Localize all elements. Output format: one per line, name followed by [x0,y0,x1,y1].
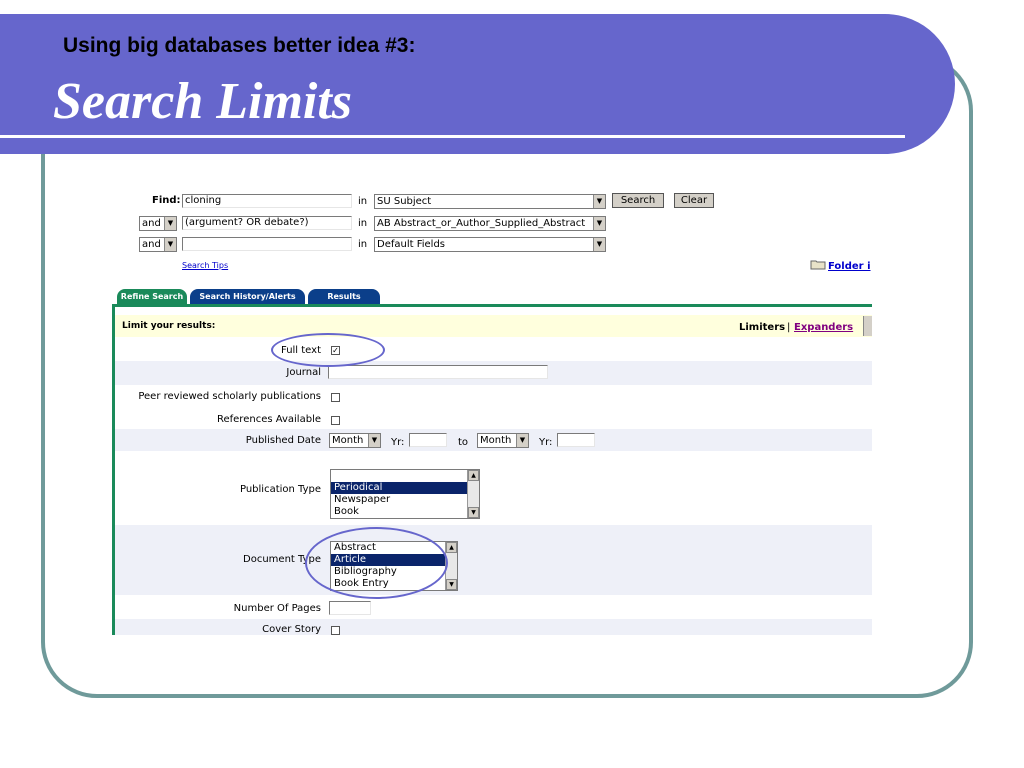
journal-input[interactable] [328,365,548,379]
year-to-label: Yr: [539,437,553,448]
slide-subtitle: Using big databases better idea #3: [63,34,416,57]
chevron-down-icon: ▼ [593,195,605,208]
year-from-label: Yr: [391,437,405,448]
list-item[interactable] [331,470,479,482]
chevron-down-icon: ▼ [164,217,176,230]
expanders-link[interactable]: Expanders [794,322,853,334]
published-month-from-value: Month [332,435,364,446]
chevron-down-icon: ▼ [593,217,605,230]
chevron-down-icon: ▼ [368,434,380,447]
operator-select-3[interactable]: and ▼ [139,237,177,252]
document-type-label: Document Type [243,554,321,565]
in-label-1: in [358,196,368,207]
limits-panel: Limit your results: Limiters | Expanders… [112,304,872,635]
find-label: Find: [152,195,181,206]
search-tips-link[interactable]: Search Tips [182,260,228,272]
scroll-up-icon[interactable]: ▲ [446,542,457,553]
references-checkbox[interactable] [331,416,340,425]
clear-button[interactable]: Clear [674,193,714,208]
year-from-input[interactable] [409,433,447,447]
in-label-3: in [358,239,368,250]
in-label-2: in [358,218,368,229]
scroll-up-icon[interactable]: ▲ [468,470,479,481]
tab-results[interactable]: Results [308,289,380,305]
operator-select-3-value: and [142,239,161,250]
field-select-2-value: AB Abstract_or_Author_Supplied_Abstract [377,218,586,229]
references-label: References Available [216,414,321,425]
scrollbar[interactable]: ▲ ▼ [467,470,479,518]
tab-refine-search[interactable]: Refine Search [117,289,187,305]
list-item[interactable]: Newspaper [331,494,479,506]
document-type-highlight-ellipse [305,527,448,599]
peer-reviewed-checkbox[interactable] [331,393,340,402]
operator-select-2[interactable]: and ▼ [139,216,177,231]
field-select-3[interactable]: Default Fields ▼ [374,237,606,252]
published-month-from[interactable]: Month ▼ [329,433,381,448]
publication-type-list[interactable]: Periodical Newspaper Book ▲ ▼ [330,469,480,519]
scroll-down-icon[interactable]: ▼ [468,507,479,518]
list-item[interactable]: Book [331,506,479,518]
slide-title: Search Limits [53,73,353,130]
folder-icon[interactable] [810,259,826,270]
operator-select-2-value: and [142,218,161,229]
search-button[interactable]: Search [612,193,664,208]
header-divider [0,135,905,138]
cover-story-label: Cover Story [262,624,321,635]
journal-label: Journal [286,367,321,378]
date-to-label: to [458,437,469,448]
peer-reviewed-label: Peer reviewed scholarly publications [138,391,321,402]
panel-scroll-edge [863,316,872,336]
published-date-label: Published Date [245,435,321,446]
field-select-3-value: Default Fields [377,239,446,250]
list-item[interactable]: Periodical [331,482,479,494]
folder-link[interactable]: Folder i [828,261,871,273]
published-month-to[interactable]: Month ▼ [477,433,529,448]
field-select-1[interactable]: SU Subject ▼ [374,194,606,209]
tab-search-history[interactable]: Search History/Alerts [190,289,305,305]
number-of-pages-label: Number Of Pages [233,603,321,614]
search-term-3[interactable] [182,237,352,251]
cover-story-checkbox[interactable] [331,626,340,635]
limiters-label: Limiters [739,322,786,333]
full-text-highlight-ellipse [271,333,385,367]
field-select-2[interactable]: AB Abstract_or_Author_Supplied_Abstract … [374,216,606,231]
chevron-down-icon: ▼ [593,238,605,251]
chevron-down-icon: ▼ [516,434,528,447]
year-to-input[interactable] [557,433,595,447]
chevron-down-icon: ▼ [164,238,176,251]
scroll-down-icon[interactable]: ▼ [446,579,457,590]
number-of-pages-input[interactable] [329,601,371,615]
search-term-2[interactable]: (argument? OR debate?) [182,216,352,230]
publication-type-label: Publication Type [239,484,321,495]
limit-results-heading: Limit your results: [122,321,216,331]
limiters-separator: | [787,322,791,333]
published-month-to-value: Month [480,435,512,446]
field-select-1-value: SU Subject [377,196,432,207]
search-term-1[interactable]: cloning [182,194,352,208]
database-search-screenshot: Find: cloning in SU Subject ▼ Search Cle… [112,185,872,635]
